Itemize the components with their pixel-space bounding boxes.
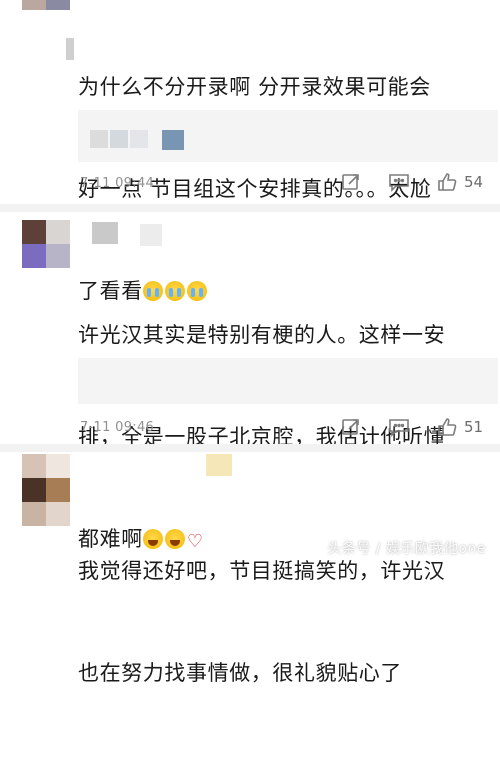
comment-icon[interactable]: [388, 416, 410, 438]
share-icon[interactable]: [340, 416, 362, 438]
quoted-reply-box[interactable]: [78, 358, 498, 404]
blurred-fragment: [66, 38, 74, 60]
like-icon[interactable]: [436, 171, 458, 193]
username-blurred[interactable]: [92, 222, 118, 244]
blurred-name: [130, 130, 148, 148]
username-blurred[interactable]: [140, 224, 162, 246]
comment-time: 7-11 09:44: [80, 176, 155, 191]
comment-text: 我觉得还好吧，节目挺搞笑的，许光汉 也在努力找事情做，很礼貌贴心了: [78, 559, 446, 685]
avatar[interactable]: [22, 0, 70, 10]
divider: [0, 444, 500, 452]
comment-item: 为什么不分开录啊 分开录效果可能会 好一点 节目组这个安排真的。。。太尬 了看看…: [0, 0, 500, 303]
watermark: 头条号 / 娱乐欧我他one: [327, 541, 486, 557]
like-icon[interactable]: [436, 416, 458, 438]
divider: [0, 204, 500, 212]
avatar[interactable]: [22, 220, 70, 268]
avatar[interactable]: [22, 454, 70, 526]
comment-icon[interactable]: [388, 171, 410, 193]
comment-actions: 51: [340, 416, 486, 438]
quoted-reply-box[interactable]: [78, 110, 498, 162]
comment-item: 我觉得还好吧，节目挺搞笑的，许光汉 也在努力找事情做，很礼貌贴心了 头条号 / …: [0, 452, 500, 685]
comment-item: 许光汉其实是特别有梗的人。这样一安 排，全是一股子北京腔，我估计他听懂 都难啊 ♡…: [0, 212, 500, 552]
share-icon[interactable]: [340, 171, 362, 193]
blurred-name: [90, 130, 108, 148]
comment-time: 7-11 09:46: [80, 420, 155, 435]
blurred-name: [110, 130, 128, 148]
blurred-avatar: [162, 130, 184, 150]
like-count: 54: [464, 173, 484, 191]
username-blurred[interactable]: [206, 454, 232, 476]
like-count: 51: [464, 418, 484, 436]
comment-actions: 54: [340, 171, 486, 193]
